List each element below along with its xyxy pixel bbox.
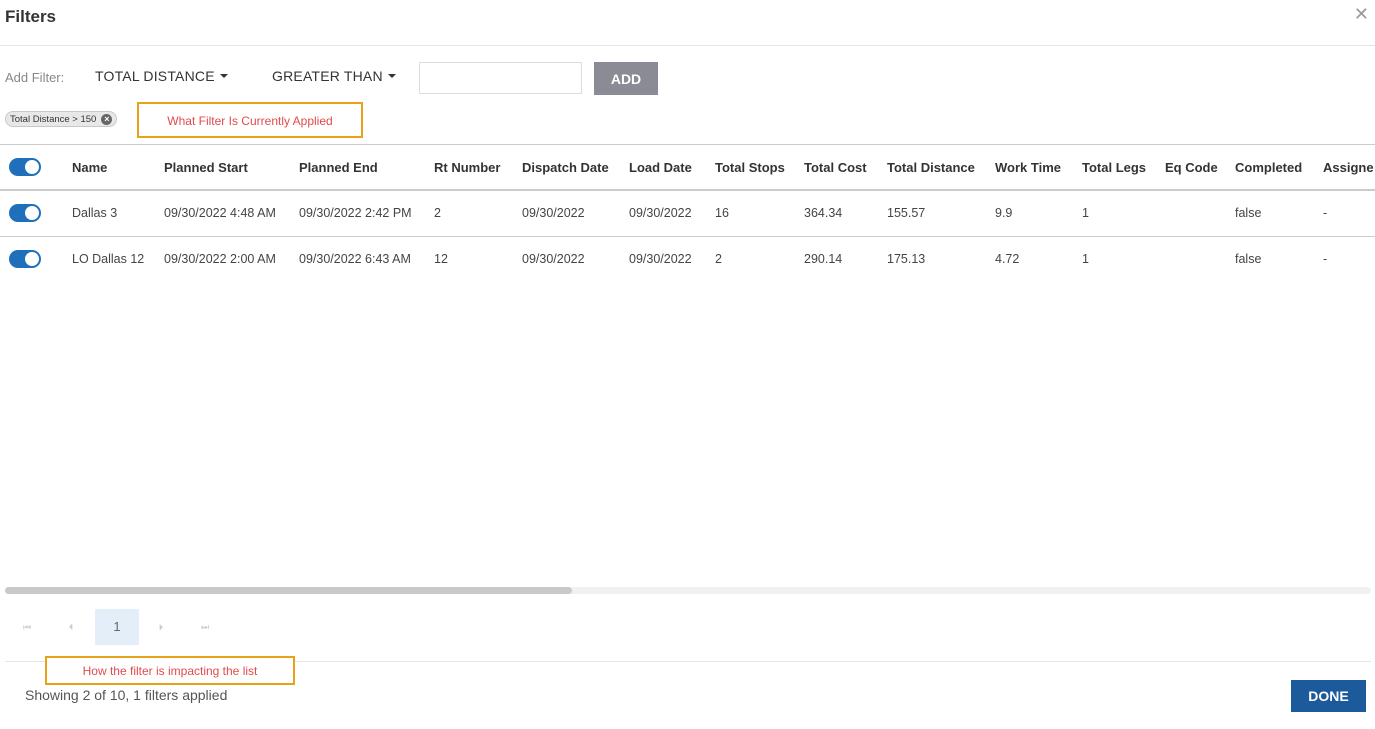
table-cell: Dallas 3 xyxy=(72,190,164,237)
table-cell: 09/30/2022 xyxy=(629,252,692,267)
row-toggle-cell xyxy=(0,190,72,237)
column-header[interactable]: Total Legs xyxy=(1082,145,1165,191)
horizontal-scrollbar[interactable] xyxy=(5,587,1371,594)
row-toggle-cell xyxy=(0,236,72,282)
table-cell: 09/30/2022 2:42 PM xyxy=(299,190,434,237)
routes-table: Name Planned Start Planned End Rt Number… xyxy=(0,145,1375,282)
select-all-toggle[interactable] xyxy=(9,158,41,176)
modal-header: Filters ✕ xyxy=(0,0,1375,46)
table-cell: 09/30/2022 6:43 AM xyxy=(299,252,411,267)
table-cell: 155.57 xyxy=(887,190,995,237)
filter-field-dropdown[interactable]: TOTAL DISTANCE xyxy=(95,68,228,84)
remove-filter-icon[interactable]: × xyxy=(101,114,113,125)
table-cell: 09/30/2022 2:00 AM xyxy=(164,252,276,267)
table-cell: - xyxy=(1323,252,1328,267)
column-header[interactable]: Name xyxy=(72,145,164,191)
column-header[interactable]: Total Cost xyxy=(804,145,887,191)
table-cell: 2 xyxy=(715,252,722,267)
column-header[interactable]: Assigne xyxy=(1323,145,1375,191)
column-header[interactable]: Load Date xyxy=(629,145,715,191)
column-header[interactable]: Eq Code xyxy=(1165,145,1235,191)
scrollbar-thumb[interactable] xyxy=(5,587,572,594)
last-page-icon[interactable]: ⏭ xyxy=(183,609,227,645)
table-cell: 09/30/2022 xyxy=(522,252,585,267)
filter-operator-dropdown[interactable]: GREATER THAN xyxy=(272,68,396,84)
table-cell: 12 xyxy=(434,252,448,267)
add-filter-button[interactable]: ADD xyxy=(594,62,658,95)
table-cell: 2 xyxy=(434,190,522,237)
pagination: ⏮ ⏴ 1 ⏵ ⏭ xyxy=(5,609,305,645)
done-button[interactable]: DONE xyxy=(1291,680,1366,712)
active-filter-label: Total Distance > 150 xyxy=(10,114,97,125)
table-cell: 16 xyxy=(715,190,804,237)
column-header[interactable]: Planned Start xyxy=(164,145,299,191)
table-cell: false xyxy=(1235,190,1323,237)
first-page-icon[interactable]: ⏮ xyxy=(5,609,49,645)
table-row[interactable]: LO Dallas 12 09/30/2022 2:00 AM 09/30/20… xyxy=(0,236,1375,282)
annotation-filter-impact: How the filter is impacting the list xyxy=(45,656,295,685)
results-status: Showing 2 of 10, 1 filters applied xyxy=(25,687,228,703)
filter-field-value: TOTAL DISTANCE xyxy=(95,68,215,84)
table-cell xyxy=(1165,236,1235,282)
table-cell: 290.14 xyxy=(804,252,843,267)
filter-value-input[interactable] xyxy=(419,62,582,94)
column-header[interactable]: Rt Number xyxy=(434,145,522,191)
current-page-button[interactable]: 1 xyxy=(95,609,139,645)
column-header[interactable]: Work Time xyxy=(995,145,1082,191)
column-header[interactable]: Completed xyxy=(1235,145,1323,191)
table-cell: 1 xyxy=(1082,190,1165,237)
column-header[interactable]: Total Distance xyxy=(887,145,995,191)
table-cell: 364.34 xyxy=(804,190,887,237)
row-toggle[interactable] xyxy=(9,250,41,269)
table-row[interactable]: Dallas 3 09/30/2022 4:48 AM 09/30/2022 2… xyxy=(0,190,1375,237)
table-cell: 175.13 xyxy=(887,252,926,267)
close-icon[interactable]: ✕ xyxy=(1354,4,1369,25)
column-header[interactable]: Total Stops xyxy=(715,145,804,191)
table-cell: 09/30/2022 xyxy=(522,190,629,237)
next-page-icon[interactable]: ⏵ xyxy=(139,609,183,645)
caret-down-icon xyxy=(387,74,396,79)
add-filter-label: Add Filter: xyxy=(5,70,65,85)
prev-page-icon[interactable]: ⏴ xyxy=(49,609,93,645)
row-toggle[interactable] xyxy=(9,204,41,223)
table-header-row: Name Planned Start Planned End Rt Number… xyxy=(0,145,1375,191)
table-cell: 4.72 xyxy=(995,252,1020,267)
active-filter-chip: Total Distance > 150 × xyxy=(5,111,118,127)
table-cell xyxy=(1165,190,1235,237)
column-header[interactable]: Planned End xyxy=(299,145,434,191)
table-cell: 09/30/2022 4:48 AM xyxy=(164,190,299,237)
table-cell: 9.9 xyxy=(995,190,1082,237)
table-cell: 09/30/2022 xyxy=(629,190,715,237)
modal-title: Filters xyxy=(5,7,57,26)
column-header[interactable]: Dispatch Date xyxy=(522,145,629,191)
header-select-all[interactable] xyxy=(0,145,72,191)
filters-modal: Filters ✕ Add Filter: TOTAL DISTANCE GRE… xyxy=(0,0,1375,729)
table-cell: false xyxy=(1235,252,1262,267)
routes-table-container[interactable]: Name Planned Start Planned End Rt Number… xyxy=(0,144,1375,584)
table-cell: LO Dallas 12 xyxy=(72,252,145,267)
filter-operator-value: GREATER THAN xyxy=(272,68,383,84)
table-cell: 1 xyxy=(1082,252,1089,267)
table-cell: - xyxy=(1323,190,1375,237)
add-filter-bar: Add Filter: TOTAL DISTANCE GREATER THAN … xyxy=(0,62,700,95)
annotation-current-filter: What Filter Is Currently Applied xyxy=(137,102,363,138)
caret-down-icon xyxy=(219,74,228,79)
